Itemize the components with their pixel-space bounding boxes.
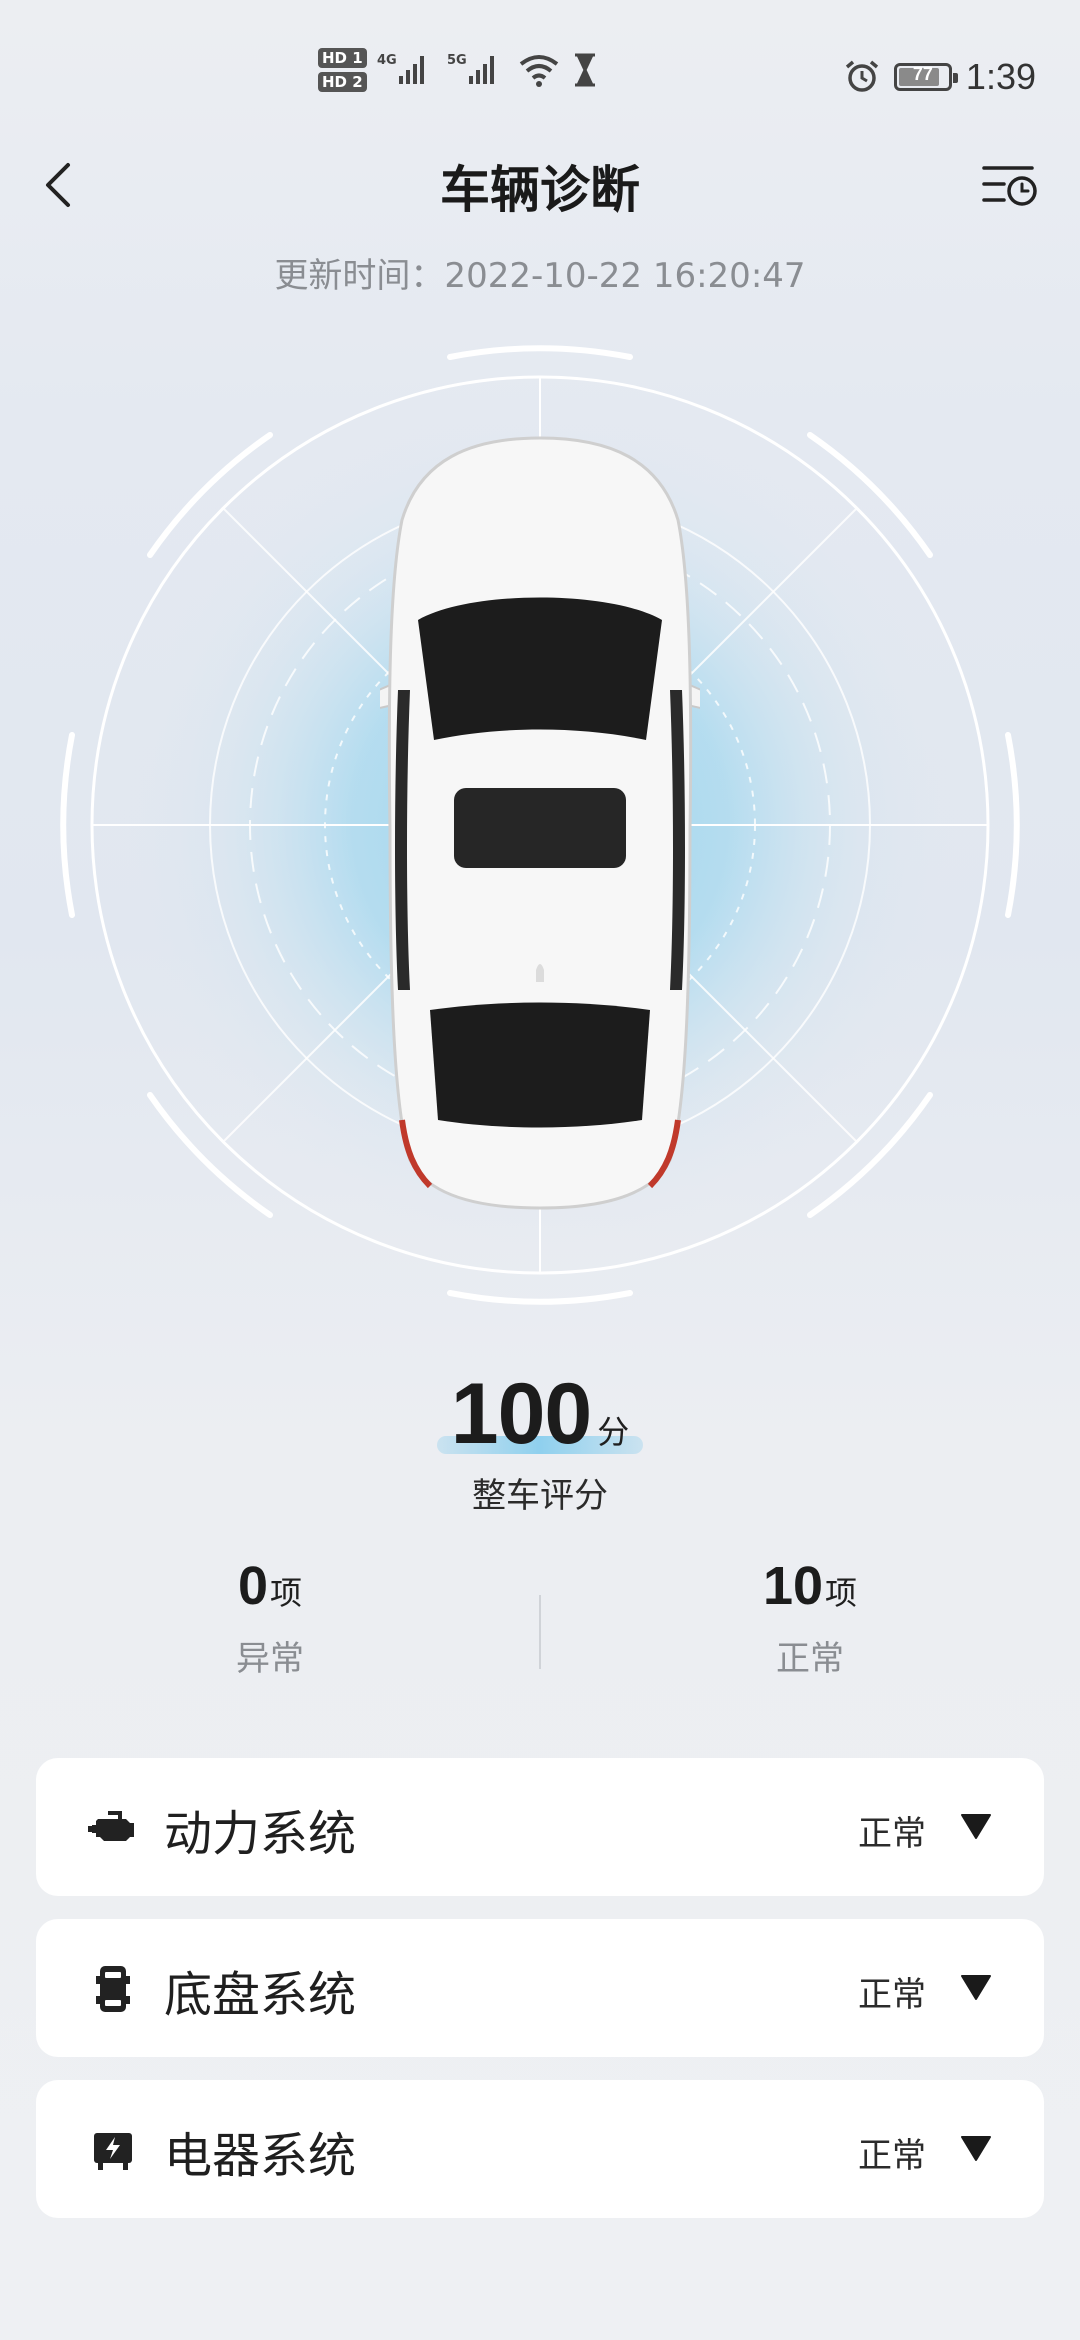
status-bar: HD 1 HD 2 4G 5G 77 1:39 (0, 0, 1080, 150)
system-name: 动力系统 (164, 1806, 357, 1862)
abnormal-count-label: 异常 (236, 1639, 304, 1679)
normal-count: 10项 正常 (660, 1555, 960, 1680)
status-left: HD 1 HD 2 4G 5G (318, 48, 599, 92)
update-time: 更新时间：2022-10-22 16:20:47 (274, 256, 806, 296)
normal-count-value: 10 (762, 1556, 824, 1616)
system-card-electrical[interactable]: 电器系统 正常 (36, 2080, 1044, 2218)
wifi-icon (519, 55, 558, 87)
hourglass-icon (574, 53, 595, 87)
system-status: 正常 (858, 2136, 926, 2176)
system-card-powertrain[interactable]: 动力系统 正常 (36, 1758, 1044, 1896)
overall-score: 100 分 整车评分 (0, 1365, 1080, 1517)
chassis-icon (96, 1966, 130, 2012)
status-right: 77 1:39 (844, 56, 1036, 98)
history-button[interactable] (980, 160, 1040, 210)
chevron-down-icon[interactable] (960, 1812, 992, 1840)
abnormal-count-value: 0 (237, 1556, 269, 1616)
system-status: 正常 (858, 1814, 926, 1854)
hd2-badge: HD 2 (318, 72, 367, 92)
score-unit: 分 (597, 1413, 630, 1451)
divider (539, 1595, 541, 1669)
page-title: 车辆诊断 (440, 161, 640, 219)
system-name: 电器系统 (164, 2128, 357, 2184)
battery-level: 77 (912, 64, 933, 84)
abnormal-count-unit: 项 (270, 1574, 303, 1612)
score-value: 100 (450, 1366, 592, 1462)
normal-count-unit: 项 (825, 1574, 858, 1612)
chevron-down-icon[interactable] (960, 1973, 992, 2001)
engine-icon (88, 1811, 134, 1841)
system-name: 底盘系统 (164, 1967, 357, 2023)
normal-count-label: 正常 (776, 1639, 844, 1679)
hd1-badge: HD 1 (318, 48, 367, 68)
svg-text:5G: 5G (447, 53, 467, 68)
chevron-down-icon[interactable] (960, 2134, 992, 2162)
clock: 1:39 (965, 56, 1036, 97)
electrical-icon (94, 2133, 132, 2170)
alarm-icon (845, 60, 879, 92)
abnormal-count: 0项 异常 (120, 1555, 420, 1680)
car-image (380, 436, 700, 1210)
signal-icon-2: 5G (447, 53, 494, 84)
signal-icon: 4G (377, 53, 424, 84)
system-status: 正常 (858, 1975, 926, 2015)
diagnosis-counts: 0项 异常 10项 正常 (0, 1555, 1080, 1705)
svg-text:4G: 4G (377, 53, 397, 68)
battery-icon: 77 (893, 63, 958, 91)
system-card-chassis[interactable]: 底盘系统 正常 (36, 1919, 1044, 2057)
score-label: 整车评分 (472, 1476, 608, 1516)
